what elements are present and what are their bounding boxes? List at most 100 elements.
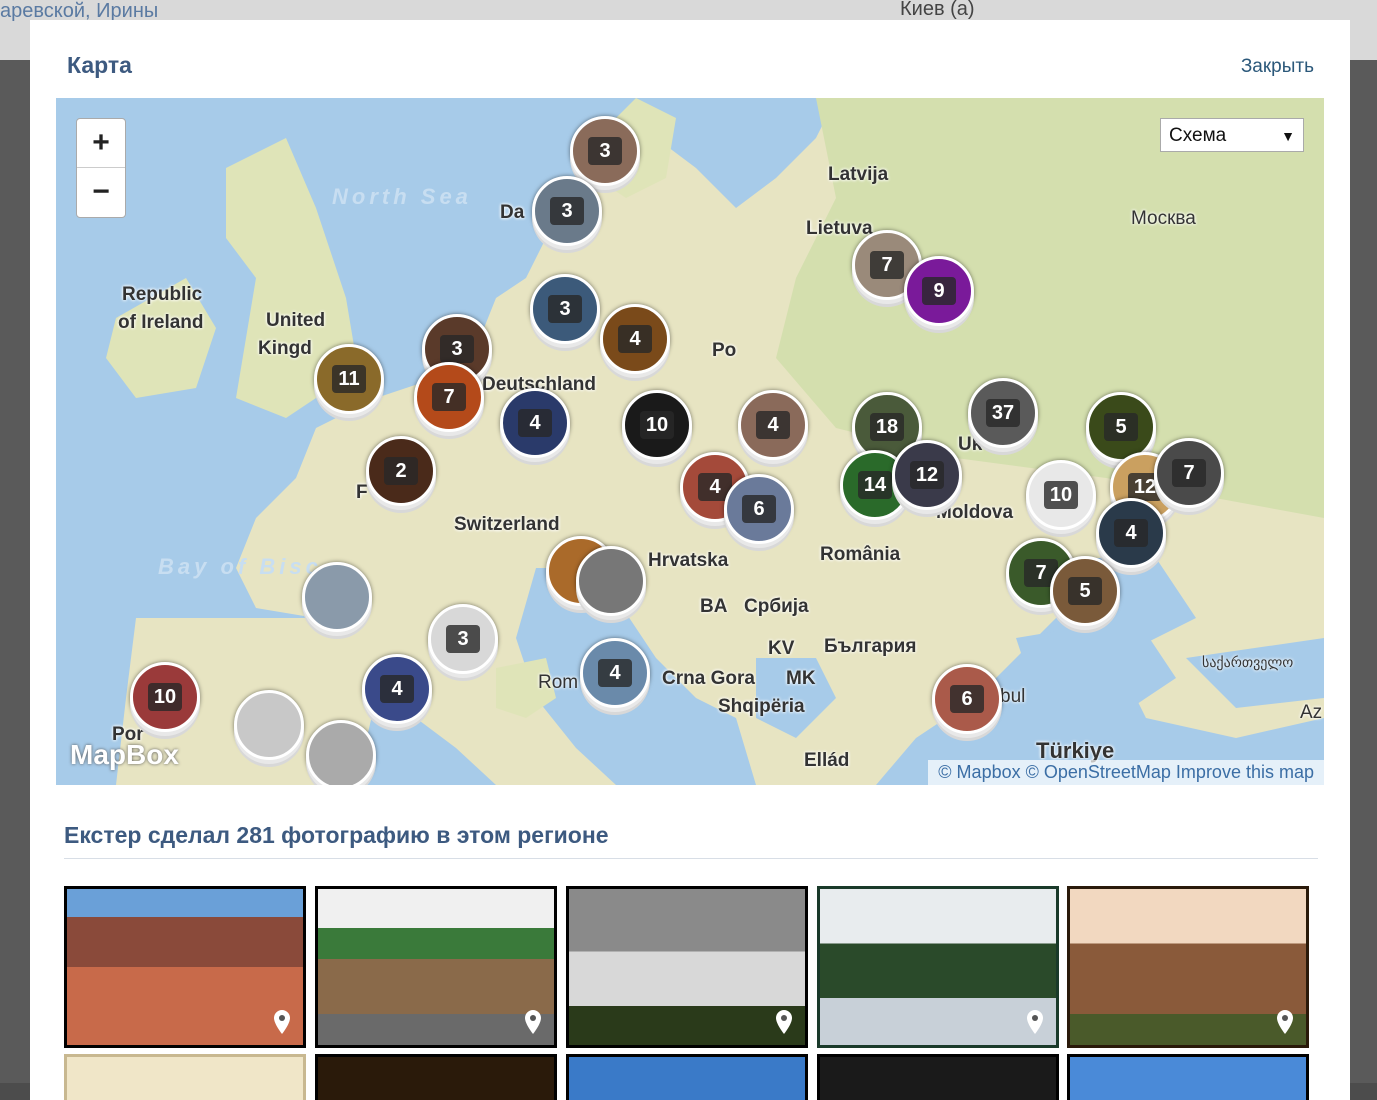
mapbox-logo: MapBox xyxy=(70,739,179,770)
map-view[interactable]: + − Схема ▼ North Sea Bay of Bisc Latvij… xyxy=(56,98,1324,785)
map-label: Moldova xyxy=(936,502,1014,523)
photo-thumbnail[interactable] xyxy=(64,1054,306,1100)
zoom-out-button[interactable]: − xyxy=(77,168,125,216)
cluster-count: 37 xyxy=(986,399,1020,427)
cluster-count: 10 xyxy=(1044,481,1078,509)
gallery-heading: Екстер сделал 281 фотографию в этом реги… xyxy=(64,822,609,848)
divider xyxy=(64,858,1318,859)
photo-cluster[interactable]: 6 xyxy=(932,664,1002,734)
cluster-count: 3 xyxy=(548,295,582,323)
background-text-right: Киев (а) xyxy=(900,0,975,20)
photo-cluster[interactable]: 10 xyxy=(622,390,692,460)
map-label: Po xyxy=(712,340,737,361)
location-pin-icon[interactable] xyxy=(1020,1007,1050,1037)
map-label: bul xyxy=(1000,686,1026,707)
photo-cluster[interactable]: 2 xyxy=(366,436,436,506)
photo-cluster[interactable]: 7 xyxy=(414,362,484,432)
map-label: Lietuva xyxy=(806,218,873,239)
photo-cluster[interactable]: 4 xyxy=(1096,498,1166,568)
location-pin-icon[interactable] xyxy=(769,1007,799,1037)
photo-cluster[interactable]: 3 xyxy=(570,116,640,186)
cluster-count: 4 xyxy=(598,659,632,687)
photo-thumbnail[interactable] xyxy=(817,886,1059,1048)
close-link[interactable]: Закрыть xyxy=(1241,56,1314,78)
cluster-count: 10 xyxy=(148,683,182,711)
cluster-count: 5 xyxy=(1068,577,1102,605)
cluster-count: 2 xyxy=(384,457,418,485)
sea-label: Bay of Bisc xyxy=(158,554,322,579)
photo-cluster[interactable]: 3 xyxy=(428,604,498,674)
layer-select[interactable]: Схема ▼ xyxy=(1160,118,1304,152)
photo-cluster[interactable]: 4 xyxy=(362,654,432,724)
cluster-count: 4 xyxy=(756,411,790,439)
cluster-count: 3 xyxy=(588,137,622,165)
map-label: F xyxy=(356,482,368,503)
map-label: Hrvatska xyxy=(648,550,729,571)
cluster-count: 4 xyxy=(518,409,552,437)
photo-cluster[interactable]: 37 xyxy=(968,378,1038,448)
map-label: MK xyxy=(786,668,816,689)
photo-cluster[interactable]: 12 xyxy=(892,440,962,510)
sea-label: North Sea xyxy=(332,184,472,209)
photo-cluster[interactable]: 5 xyxy=(1050,556,1120,626)
photo-cluster[interactable]: 3 xyxy=(530,274,600,344)
cluster-count: 18 xyxy=(870,413,904,441)
map-label: Da xyxy=(500,202,525,223)
photo-thumbnail[interactable] xyxy=(1067,1054,1309,1100)
cluster-count: 7 xyxy=(1172,459,1206,487)
overlay-right xyxy=(1349,60,1377,1083)
photo-thumbnail[interactable] xyxy=(817,1054,1059,1100)
photo-cluster[interactable]: 7 xyxy=(1154,438,1224,508)
photo-cluster[interactable]: 10 xyxy=(130,662,200,732)
photo-cluster[interactable] xyxy=(306,720,376,785)
photo-cluster[interactable]: 9 xyxy=(904,256,974,326)
photo-cluster[interactable] xyxy=(302,562,372,632)
cluster-count: 4 xyxy=(1114,519,1148,547)
photo-cluster[interactable]: 11 xyxy=(314,344,384,414)
photo-cluster[interactable] xyxy=(576,546,646,616)
location-pin-icon[interactable] xyxy=(518,1007,548,1037)
photo-cluster[interactable] xyxy=(234,690,304,760)
cluster-count: 9 xyxy=(922,277,956,305)
map-label: Az xyxy=(1300,702,1323,723)
photo-cluster[interactable]: 10 xyxy=(1026,460,1096,530)
cluster-count: 3 xyxy=(446,625,480,653)
map-label: of Ireland xyxy=(118,312,204,333)
map-label: Kingd xyxy=(258,338,312,359)
photo-thumbnail[interactable] xyxy=(64,886,306,1048)
map-label: Latvija xyxy=(828,164,889,185)
map-attribution[interactable]: © Mapbox © OpenStreetMap Improve this ma… xyxy=(928,760,1324,785)
map-label: Ellád xyxy=(804,750,850,771)
cluster-count: 11 xyxy=(332,365,366,393)
map-label: Crna Gora xyxy=(662,668,755,689)
photo-cluster[interactable]: 3 xyxy=(532,176,602,246)
map-label: Србија xyxy=(744,596,809,617)
location-pin-icon[interactable] xyxy=(267,1007,297,1037)
zoom-control: + − xyxy=(76,118,126,218)
chevron-down-icon: ▼ xyxy=(1281,128,1295,144)
photo-cluster[interactable]: 4 xyxy=(580,638,650,708)
photo-thumbnail[interactable] xyxy=(566,886,808,1048)
zoom-in-button[interactable]: + xyxy=(77,119,125,168)
cluster-count: 14 xyxy=(858,471,892,499)
photo-cluster[interactable]: 4 xyxy=(600,304,670,374)
map-label: Switzerland xyxy=(454,514,560,535)
photo-thumbnail[interactable] xyxy=(315,886,557,1048)
location-pin-icon[interactable] xyxy=(1270,1007,1300,1037)
modal-title: Карта xyxy=(67,52,132,78)
map-label: United xyxy=(266,310,326,331)
cluster-count: 6 xyxy=(950,685,984,713)
cluster-count: 4 xyxy=(618,325,652,353)
photo-cluster[interactable]: 4 xyxy=(738,390,808,460)
cluster-count: 12 xyxy=(910,461,944,489)
map-label: BA xyxy=(700,596,728,617)
cluster-count: 7 xyxy=(432,383,466,411)
map-label: Shqipëria xyxy=(718,696,805,717)
photo-cluster[interactable]: 6 xyxy=(724,474,794,544)
map-label: საქართველო xyxy=(1202,654,1294,670)
photo-thumbnail[interactable] xyxy=(566,1054,808,1100)
photo-thumbnail[interactable] xyxy=(1067,886,1309,1048)
map-label: Rom xyxy=(538,672,579,693)
photo-cluster[interactable]: 4 xyxy=(500,388,570,458)
photo-thumbnail[interactable] xyxy=(315,1054,557,1100)
